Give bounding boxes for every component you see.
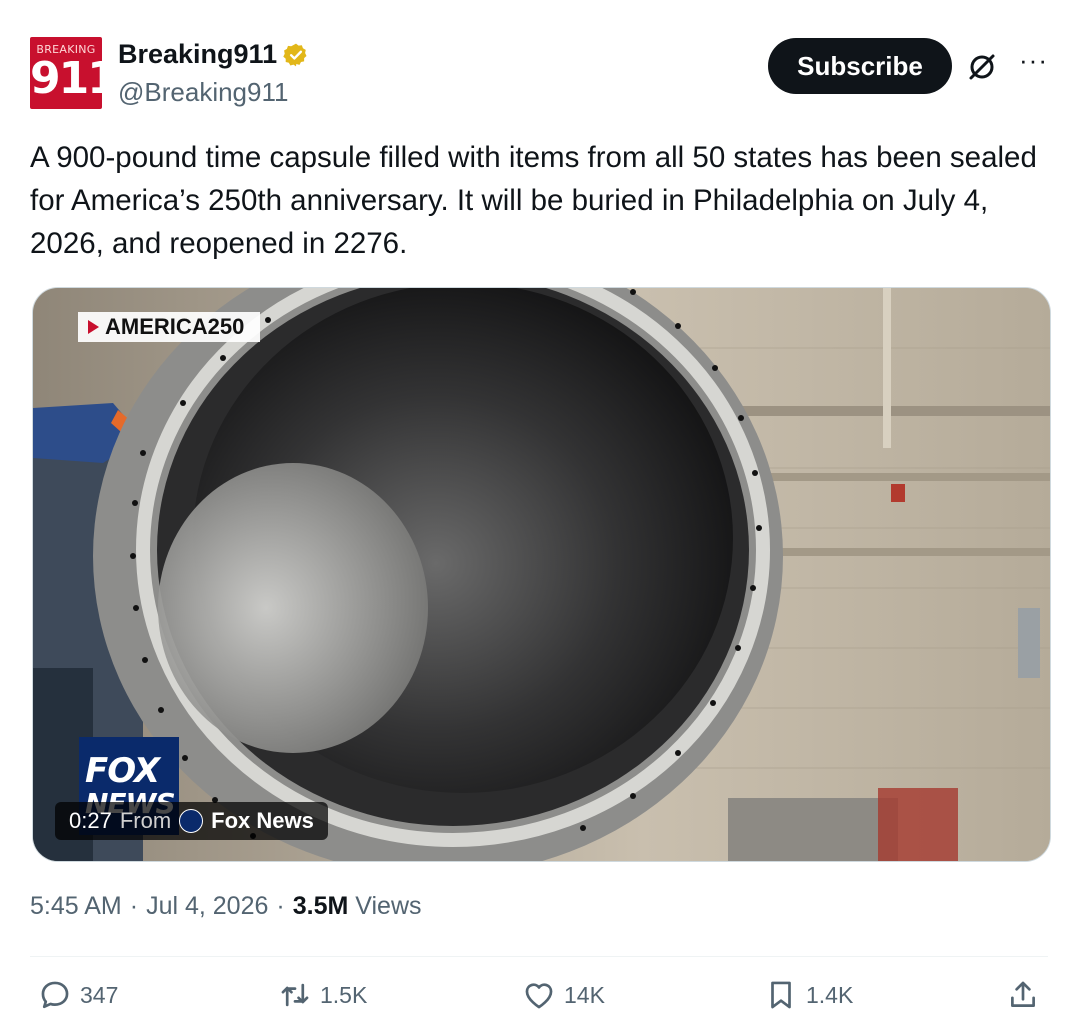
repost-count: 1.5K: [320, 981, 368, 1008]
like-button[interactable]: 14K: [522, 978, 605, 1012]
source-avatar-icon: [179, 809, 204, 833]
avatar[interactable]: BREAKING 911: [30, 37, 102, 109]
tweet-time[interactable]: 5:45 AM: [30, 892, 122, 921]
share-icon: [1011, 981, 1035, 1007]
tweet-date[interactable]: Jul 4, 2026: [146, 892, 268, 921]
display-name[interactable]: Breaking911: [118, 39, 277, 70]
tweet-text: A 900-pound time capsule filled with ite…: [30, 141, 1037, 260]
video-player[interactable]: AMERICA250 FOX NEWS 0:27 From Fox News: [32, 287, 1051, 862]
verified-badge-icon[interactable]: [283, 42, 309, 68]
reply-icon: [41, 981, 69, 1009]
meta-separator: ·: [276, 892, 285, 920]
video-source[interactable]: Fox News: [211, 808, 314, 834]
repost-button[interactable]: 1.5K: [278, 978, 367, 1012]
share-button[interactable]: [1006, 978, 1040, 1012]
reply-count: 347: [80, 981, 119, 1008]
tweet-header: BREAKING 911 Breaking911 @Breaking911 Su…: [30, 37, 1048, 109]
reply-button[interactable]: 347: [38, 978, 118, 1012]
author-handle[interactable]: @Breaking911: [118, 77, 288, 108]
bookmark-icon: [771, 981, 791, 1009]
video-duration: 0:27: [69, 808, 112, 833]
author-name-row: Breaking911: [118, 39, 309, 70]
tweet-meta: 5:45 AM · Jul 4, 2026 · 3.5M Views: [30, 892, 422, 921]
divider: [30, 956, 1048, 957]
views-label: Views: [355, 892, 422, 920]
logo-line1: FOX: [85, 751, 160, 791]
like-count: 14K: [564, 981, 605, 1008]
video-info-overlay[interactable]: 0:27 From Fox News: [55, 802, 328, 840]
more-options-icon[interactable]: ···: [1019, 45, 1048, 76]
avatar-big-text: 911: [30, 53, 102, 104]
repost-icon: [281, 983, 309, 1007]
views-count: 3.5M: [292, 892, 349, 920]
heart-icon: [525, 983, 553, 1009]
play-triangle-icon: [88, 320, 99, 334]
program-tag-label: AMERICA250: [105, 314, 245, 339]
meta-separator: ·: [129, 892, 139, 920]
grok-icon[interactable]: [966, 51, 998, 83]
bookmark-count: 1.4K: [806, 981, 854, 1008]
program-tag: AMERICA250: [78, 312, 261, 342]
subscribe-button[interactable]: Subscribe: [768, 38, 952, 94]
video-frame-image: [33, 288, 1050, 861]
bookmark-button[interactable]: 1.4K: [764, 978, 853, 1012]
engagement-bar: 347 1.5K 14K 1.4K: [38, 978, 1040, 1020]
from-label: From: [119, 808, 172, 833]
